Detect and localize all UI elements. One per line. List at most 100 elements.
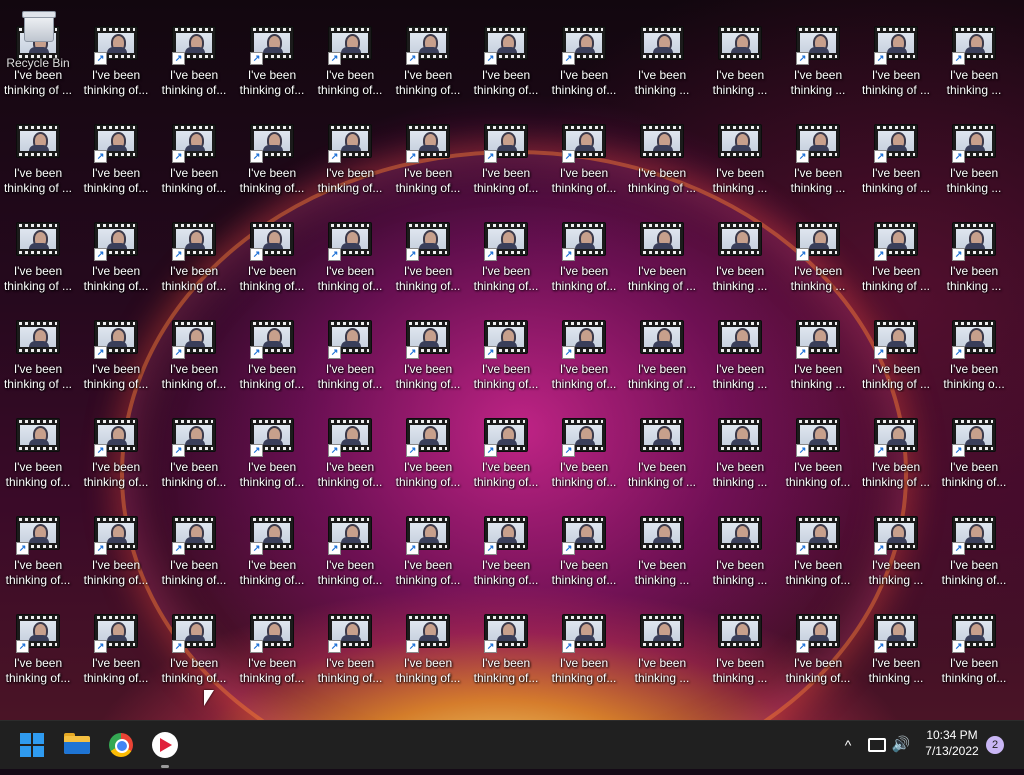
desktop-file-icon[interactable]: ↗ I've been thinking of...	[468, 414, 544, 502]
desktop-file-icon[interactable]: ↗ I've been thinking of...	[234, 512, 310, 600]
desktop-file-icon[interactable]: I've been thinking of ...	[0, 218, 76, 306]
desktop-file-icon[interactable]: I've been thinking ...	[702, 316, 778, 404]
desktop-file-icon[interactable]: ↗ I've been thinking ...	[780, 22, 856, 110]
desktop-file-icon[interactable]: ↗ I've been thinking of...	[546, 120, 622, 208]
desktop-file-icon[interactable]: ↗ I've been thinking of...	[234, 316, 310, 404]
desktop-file-icon[interactable]: I've been thinking of...	[0, 414, 76, 502]
desktop-file-icon[interactable]: ↗ I've been thinking of...	[546, 414, 622, 502]
desktop-file-icon[interactable]: ↗ I've been thinking of...	[234, 414, 310, 502]
desktop-file-icon[interactable]: ↗ I've been thinking of...	[156, 610, 232, 698]
desktop-file-icon[interactable]: ↗ I've been thinking of...	[780, 414, 856, 502]
desktop-file-icon[interactable]: ↗ I've been thinking of...	[78, 218, 154, 306]
chrome-icon[interactable]	[105, 729, 137, 761]
desktop-file-icon[interactable]: I've been thinking of ... Recycle Bin	[0, 11, 76, 110]
desktop-file-icon[interactable]: ↗ I've been thinking of...	[312, 316, 388, 404]
desktop-file-icon[interactable]: ↗ I've been thinking of...	[780, 610, 856, 698]
desktop-file-icon[interactable]: ↗ I've been thinking of...	[468, 218, 544, 306]
desktop-file-icon[interactable]: ↗ I've been thinking of...	[156, 120, 232, 208]
media-player-icon[interactable]	[149, 729, 181, 761]
desktop-file-icon[interactable]: I've been thinking of ...	[624, 120, 700, 208]
desktop-file-icon[interactable]: ↗ I've been thinking of...	[78, 120, 154, 208]
desktop-file-icon[interactable]: I've been thinking ...	[702, 610, 778, 698]
desktop-file-icon[interactable]: ↗ I've been thinking of...	[0, 512, 76, 600]
desktop-file-icon[interactable]: ↗ I've been thinking of...	[390, 316, 466, 404]
desktop-file-icon[interactable]: ↗ I've been thinking ...	[936, 22, 1012, 110]
desktop-file-icon[interactable]: ↗ I've been thinking ...	[936, 218, 1012, 306]
desktop-file-icon[interactable]: ↗ I've been thinking of...	[546, 218, 622, 306]
desktop-file-icon[interactable]: ↗ I've been thinking ...	[858, 610, 934, 698]
desktop-file-icon[interactable]: ↗ I've been thinking of ...	[858, 120, 934, 208]
desktop-file-icon[interactable]: ↗ I've been thinking of ...	[858, 22, 934, 110]
desktop-file-icon[interactable]: ↗ I've been thinking ...	[858, 512, 934, 600]
desktop-file-icon[interactable]: ↗ I've been thinking of ...	[858, 218, 934, 306]
desktop-icon-area[interactable]: I've been thinking of ... Recycle Bin ↗ I've…	[0, 0, 1024, 720]
desktop-file-icon[interactable]: ↗ I've been thinking of...	[468, 512, 544, 600]
desktop-file-icon[interactable]: ↗ I've been thinking of...	[156, 22, 232, 110]
desktop-file-icon[interactable]: ↗ I've been thinking of...	[390, 610, 466, 698]
desktop-file-icon[interactable]: ↗ I've been thinking of...	[156, 512, 232, 600]
desktop-file-icon[interactable]: I've been thinking of ...	[624, 218, 700, 306]
desktop-file-icon[interactable]: ↗ I've been thinking of...	[546, 316, 622, 404]
desktop-file-icon[interactable]: ↗ I've been thinking of...	[936, 414, 1012, 502]
desktop-file-icon[interactable]: ↗ I've been thinking of...	[0, 610, 76, 698]
desktop-file-icon[interactable]: ↗ I've been thinking of...	[390, 414, 466, 502]
desktop-file-icon[interactable]: ↗ I've been thinking of...	[78, 610, 154, 698]
desktop-file-icon[interactable]: ↗ I've been thinking of...	[312, 512, 388, 600]
desktop-file-icon[interactable]: ↗ I've been thinking of...	[390, 512, 466, 600]
desktop-file-icon[interactable]: ↗ I've been thinking o...	[936, 316, 1012, 404]
desktop-file-icon[interactable]: I've been thinking ...	[624, 512, 700, 600]
desktop-file-icon[interactable]: ↗ I've been thinking ...	[780, 218, 856, 306]
desktop-file-icon[interactable]: ↗ I've been thinking of...	[156, 218, 232, 306]
desktop-file-icon[interactable]: I've been thinking of ...	[624, 316, 700, 404]
volume-icon[interactable]: 🔊	[890, 735, 912, 755]
desktop-file-icon[interactable]: ↗ I've been thinking of ...	[858, 316, 934, 404]
desktop-file-icon[interactable]: ↗ I've been thinking of...	[546, 512, 622, 600]
desktop-file-icon[interactable]: ↗ I've been thinking of...	[390, 218, 466, 306]
file-explorer-icon[interactable]	[61, 729, 93, 761]
desktop-file-icon[interactable]: ↗ I've been thinking of...	[234, 610, 310, 698]
desktop-file-icon[interactable]: I've been thinking of ...	[0, 120, 76, 208]
desktop-file-icon[interactable]: I've been thinking of ...	[0, 316, 76, 404]
desktop-file-icon[interactable]: ↗ I've been thinking of...	[312, 414, 388, 502]
desktop-file-icon[interactable]: I've been thinking ...	[702, 120, 778, 208]
desktop-file-icon[interactable]: ↗ I've been thinking of...	[546, 22, 622, 110]
desktop-file-icon[interactable]: ↗ I've been thinking of...	[78, 512, 154, 600]
show-hidden-icons-chevron-icon[interactable]: ^	[838, 735, 858, 755]
desktop-file-icon[interactable]: I've been thinking ...	[624, 610, 700, 698]
desktop-file-icon[interactable]: ↗ I've been thinking of...	[312, 218, 388, 306]
desktop-file-icon[interactable]: I've been thinking ...	[702, 218, 778, 306]
desktop-file-icon[interactable]: ↗ I've been thinking of...	[156, 316, 232, 404]
desktop-file-icon[interactable]: ↗ I've been thinking of ...	[858, 414, 934, 502]
desktop-file-icon[interactable]: ↗ I've been thinking of...	[312, 22, 388, 110]
desktop-file-icon[interactable]: I've been thinking ...	[702, 22, 778, 110]
desktop-file-icon[interactable]: I've been thinking ...	[624, 22, 700, 110]
desktop-file-icon[interactable]: I've been thinking ...	[702, 414, 778, 502]
windows-start-icon[interactable]	[16, 729, 48, 761]
desktop-file-icon[interactable]: ↗ I've been thinking of...	[936, 610, 1012, 698]
desktop-file-icon[interactable]: ↗ I've been thinking of...	[390, 22, 466, 110]
desktop-file-icon[interactable]: ↗ I've been thinking ...	[780, 120, 856, 208]
desktop-file-icon[interactable]: ↗ I've been thinking of...	[78, 316, 154, 404]
desktop-file-icon[interactable]: ↗ I've been thinking of...	[234, 22, 310, 110]
desktop-file-icon[interactable]: ↗ I've been thinking of...	[78, 414, 154, 502]
desktop-file-icon[interactable]: ↗ I've been thinking of...	[234, 120, 310, 208]
desktop-file-icon[interactable]: ↗ I've been thinking of...	[312, 610, 388, 698]
desktop-file-icon[interactable]: ↗ I've been thinking of...	[936, 512, 1012, 600]
desktop-file-icon[interactable]: ↗ I've been thinking of...	[468, 610, 544, 698]
desktop-file-icon[interactable]: I've been thinking ...	[702, 512, 778, 600]
desktop-file-icon[interactable]: ↗ I've been thinking of...	[468, 316, 544, 404]
desktop-file-icon[interactable]: ↗ I've been thinking of...	[234, 218, 310, 306]
network-icon[interactable]	[866, 735, 886, 755]
desktop-file-icon[interactable]: ↗ I've been thinking of...	[468, 22, 544, 110]
desktop-file-icon[interactable]: ↗ I've been thinking of...	[468, 120, 544, 208]
desktop-file-icon[interactable]: ↗ I've been thinking of...	[156, 414, 232, 502]
desktop-file-icon[interactable]: ↗ I've been thinking of...	[546, 610, 622, 698]
desktop-file-icon[interactable]: ↗ I've been thinking of...	[390, 120, 466, 208]
desktop-file-icon[interactable]: ↗ I've been thinking ...	[936, 120, 1012, 208]
desktop-file-icon[interactable]: ↗ I've been thinking ...	[780, 316, 856, 404]
desktop-file-icon[interactable]: ↗ I've been thinking of...	[78, 22, 154, 110]
notification-badge[interactable]: 2	[986, 736, 1004, 754]
desktop-file-icon[interactable]: I've been thinking of ...	[624, 414, 700, 502]
desktop-file-icon[interactable]: ↗ I've been thinking of...	[780, 512, 856, 600]
desktop-file-icon[interactable]: ↗ I've been thinking of...	[312, 120, 388, 208]
